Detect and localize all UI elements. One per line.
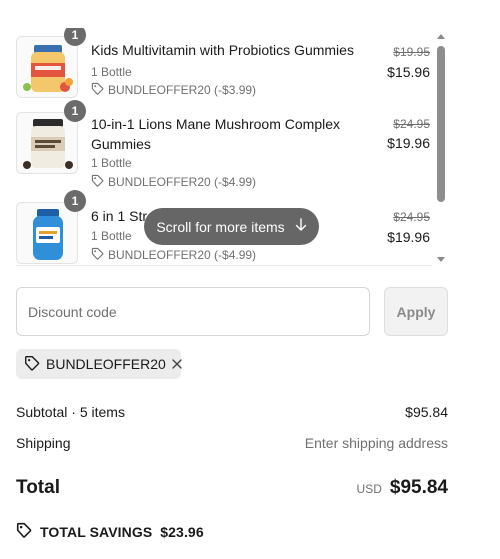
scroll-hint-label: Scroll for more items bbox=[156, 218, 285, 235]
total-savings: TOTAL SAVINGS $23.96 bbox=[16, 522, 204, 541]
tag-icon bbox=[91, 174, 104, 190]
item-discount: BUNDLEOFFER20 (-$4.99) bbox=[91, 174, 256, 190]
item-price: $19.96 bbox=[387, 229, 430, 245]
tag-icon bbox=[24, 355, 40, 374]
items-divider bbox=[16, 265, 432, 266]
apply-discount-button[interactable]: Apply bbox=[384, 287, 448, 336]
blue-supplement-bottle-icon bbox=[16, 202, 78, 264]
item-price: $15.96 bbox=[387, 64, 430, 80]
item-name: 10-in-1 Lions Mane Mushroom Complex Gumm… bbox=[91, 116, 340, 152]
savings-label: TOTAL SAVINGS bbox=[40, 523, 153, 540]
item-variant: 1 Bottle bbox=[91, 65, 132, 79]
item-discount: BUNDLEOFFER20 (-$3.99) bbox=[91, 82, 256, 98]
lions-mane-jar-icon bbox=[16, 112, 78, 174]
item-original-price: $19.95 bbox=[393, 45, 430, 59]
subtotal-label: Subtotal · 5 items bbox=[16, 404, 125, 420]
scroll-down-arrow-icon[interactable] bbox=[437, 257, 445, 262]
item-discount-text: BUNDLEOFFER20 (-$4.99) bbox=[108, 175, 257, 189]
savings-value: $23.96 bbox=[160, 523, 204, 540]
quantity-badge: 1 bbox=[64, 190, 86, 212]
item-discount-text: BUNDLEOFFER20 (-$4.99) bbox=[108, 248, 257, 262]
kids-multivitamin-bottle-icon bbox=[16, 36, 78, 98]
shipping-row: Shipping Enter shipping address bbox=[16, 435, 448, 451]
subtotal-value: $95.84 bbox=[405, 404, 448, 420]
item-variant: 1 Bottle bbox=[91, 229, 132, 243]
item-discount: BUNDLEOFFER20 (-$4.99) bbox=[91, 247, 256, 263]
item-price: $19.96 bbox=[387, 135, 430, 151]
shipping-value: Enter shipping address bbox=[304, 435, 448, 451]
item-original-price: $24.95 bbox=[393, 117, 430, 131]
savings-tag-icon bbox=[16, 522, 32, 541]
total-label: Total bbox=[16, 477, 60, 498]
tag-icon bbox=[91, 82, 104, 98]
item-discount-text: BUNDLEOFFER20 (-$3.99) bbox=[108, 83, 257, 97]
applied-discount-code: BUNDLEOFFER20 bbox=[46, 356, 166, 372]
item-original-price: $24.95 bbox=[393, 210, 430, 224]
item-name: Kids Multivitamin with Probiotics Gummie… bbox=[91, 42, 354, 58]
total-amount-group: USD $95.84 bbox=[357, 477, 448, 499]
remove-discount-close-icon[interactable] bbox=[172, 356, 182, 372]
scroll-for-more-button[interactable]: Scroll for more items bbox=[144, 208, 319, 245]
total-amount: $95.84 bbox=[389, 477, 448, 498]
scrollbar-thumb[interactable] bbox=[437, 46, 445, 202]
subtotal-row: Subtotal · 5 items $95.84 bbox=[16, 404, 448, 420]
discount-code-input[interactable] bbox=[16, 287, 370, 336]
item-variant: 1 Bottle bbox=[91, 156, 132, 170]
tag-icon bbox=[91, 247, 104, 263]
cart-item: 1 10-in-1 Lions Mane Mushroom Complex Gu… bbox=[16, 100, 448, 192]
quantity-badge: 1 bbox=[64, 100, 86, 122]
currency-code: USD bbox=[356, 482, 382, 496]
cart-item: 1 Kids Multivitamin with Probiotics Gumm… bbox=[16, 28, 448, 106]
shipping-label: Shipping bbox=[16, 435, 71, 451]
scroll-up-arrow-icon[interactable] bbox=[437, 34, 445, 39]
quantity-badge: 1 bbox=[64, 28, 86, 46]
arrow-down-icon bbox=[295, 218, 307, 235]
items-scrollbar[interactable] bbox=[435, 34, 447, 262]
applied-discount-chip: BUNDLEOFFER20 bbox=[16, 349, 182, 379]
